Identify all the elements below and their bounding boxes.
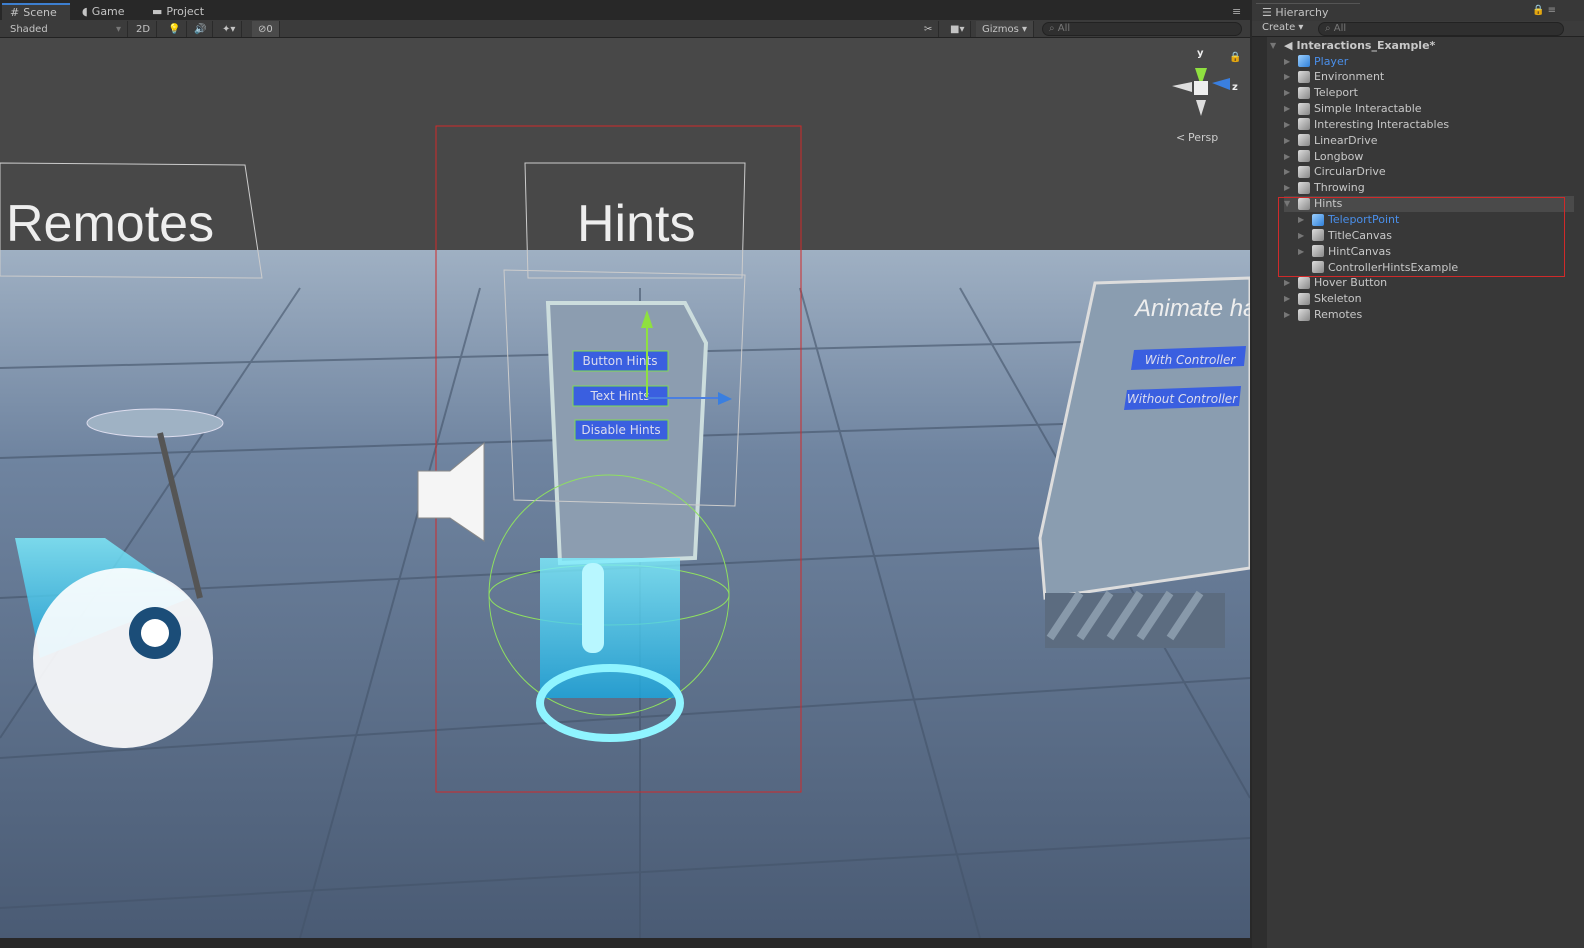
- hierarchy-item[interactable]: ▶ Player: [1284, 53, 1348, 69]
- expand-arrow-icon[interactable]: ▶: [1284, 152, 1294, 161]
- tab-game[interactable]: ◖ Game: [74, 3, 133, 20]
- selection-highlight: [1278, 197, 1565, 277]
- chevron-down-icon: ▾: [115, 23, 121, 35]
- effects-dropdown-icon[interactable]: ✦▾: [216, 21, 243, 37]
- scene-tab-bar: # Scene ◖ Game ▬ Project ≡: [0, 0, 1250, 20]
- audio-toggle-icon[interactable]: 🔊: [188, 21, 214, 37]
- lighting-toggle-icon[interactable]: 💡: [162, 21, 188, 37]
- hierarchy-item[interactable]: ▶ LinearDrive: [1284, 132, 1378, 148]
- expand-arrow-icon[interactable]: ▼: [1270, 41, 1280, 50]
- svg-text:y: y: [1197, 48, 1204, 59]
- shading-dropdown[interactable]: Shaded ▾: [4, 21, 128, 37]
- hierarchy-item[interactable]: ▶ Environment: [1284, 69, 1384, 85]
- scene-toolbar: Shaded ▾ 2D 💡 🔊 ✦▾ ⊘ 0 ✂ ■▾ Gizmos ▾ ⌕ All: [0, 20, 1250, 38]
- hierarchy-item[interactable]: ▶ Skeleton: [1284, 291, 1362, 307]
- hierarchy-item[interactable]: ▶ Hover Button: [1284, 275, 1387, 291]
- svg-text:With Controller: With Controller: [1145, 353, 1237, 367]
- expand-arrow-icon[interactable]: ▶: [1284, 57, 1294, 66]
- pacman-icon: ◖: [82, 5, 88, 18]
- create-dropdown[interactable]: Create ▾: [1262, 22, 1303, 33]
- hierarchy-panel: ☰ Hierarchy 🔒 ≡ Create ▾ ⌕ All ▼ ◀ Interac…: [1252, 0, 1584, 948]
- hierarchy-search-input[interactable]: ⌕ All: [1318, 22, 1564, 36]
- expand-arrow-icon[interactable]: ▶: [1284, 120, 1294, 129]
- hierarchy-item[interactable]: ▶ Simple Interactable: [1284, 101, 1422, 117]
- remotes-title: Remotes: [6, 195, 214, 253]
- eye-slash-icon: ⊘: [258, 23, 267, 35]
- gameobject-icon: [1298, 55, 1310, 67]
- scene-search-input[interactable]: ⌕ All: [1042, 22, 1242, 36]
- expand-arrow-icon[interactable]: ▶: [1284, 104, 1294, 113]
- hint-buttons: Button Hints Text Hints Disable Hints: [572, 350, 669, 441]
- tab-project[interactable]: ▬ Project: [144, 3, 212, 20]
- hierarchy-item[interactable]: ▶ Throwing: [1284, 180, 1365, 196]
- tools-icon[interactable]: ✂: [918, 21, 940, 37]
- projection-label[interactable]: Persp: [1188, 131, 1218, 144]
- gameobject-icon: [1298, 292, 1310, 305]
- tab-scene[interactable]: # Scene: [2, 3, 70, 20]
- gameobject-icon: [1298, 102, 1310, 115]
- gameobject-icon: [1298, 118, 1310, 131]
- expand-arrow-icon[interactable]: ▶: [1284, 72, 1294, 81]
- gameobject-icon: [1298, 86, 1310, 99]
- unity-scene-icon: ◀: [1284, 38, 1293, 52]
- hierarchy-item[interactable]: ▶ CircularDrive: [1284, 164, 1386, 180]
- expand-arrow-icon[interactable]: ▶: [1284, 278, 1294, 287]
- gameobject-icon: [1298, 70, 1310, 83]
- list-icon: ☰: [1262, 6, 1276, 19]
- grid-icon: #: [10, 6, 20, 19]
- svg-text:<: <: [1176, 131, 1185, 144]
- expand-arrow-icon[interactable]: ▶: [1284, 167, 1294, 176]
- svg-text:Text Hints: Text Hints: [589, 389, 649, 403]
- gameobject-icon: [1298, 181, 1310, 194]
- scene-view[interactable]: Remotes Hints Button Hints Text Hints Di…: [0, 38, 1250, 938]
- lock-icon[interactable]: 🔒: [1229, 51, 1241, 63]
- folder-icon: ▬: [152, 5, 163, 18]
- scene-root[interactable]: ▼ ◀ Interactions_Example*: [1270, 37, 1435, 53]
- gizmos-dropdown[interactable]: Gizmos ▾: [976, 21, 1035, 37]
- 2d-toggle[interactable]: 2D: [130, 21, 158, 37]
- expand-arrow-icon[interactable]: ▶: [1284, 294, 1294, 303]
- hierarchy-gutter: [1252, 37, 1267, 948]
- hints-title: Hints: [577, 195, 695, 253]
- panel-menu-icon[interactable]: ≡: [1224, 3, 1249, 20]
- expand-arrow-icon[interactable]: ▶: [1284, 136, 1294, 145]
- hierarchy-item[interactable]: ▶ Remotes: [1284, 307, 1362, 323]
- svg-text:z: z: [1232, 82, 1238, 93]
- svg-text:Disable Hints: Disable Hints: [581, 423, 660, 437]
- expand-arrow-icon[interactable]: ▶: [1284, 310, 1294, 319]
- hierarchy-item[interactable]: ▶ Interesting Interactables: [1284, 116, 1449, 132]
- gameobject-icon: [1298, 308, 1310, 321]
- animate-title: Animate ha: [1133, 295, 1250, 322]
- hierarchy-item[interactable]: ▶ Teleport: [1284, 85, 1358, 101]
- expand-arrow-icon[interactable]: ▶: [1284, 88, 1294, 97]
- hidden-objects-toggle[interactable]: ⊘ 0: [252, 21, 280, 37]
- gameobject-icon: [1298, 276, 1310, 289]
- gameobject-icon: [1298, 150, 1310, 163]
- gameobject-icon: [1298, 165, 1310, 178]
- camera-dropdown-icon[interactable]: ■▾: [944, 21, 972, 37]
- svg-text:Without Controller: Without Controller: [1127, 392, 1238, 406]
- gameobject-icon: [1298, 134, 1310, 147]
- expand-arrow-icon[interactable]: ▶: [1284, 183, 1294, 192]
- steam-logo-icon: [33, 568, 213, 748]
- hierarchy-item[interactable]: ▶ Longbow: [1284, 148, 1363, 164]
- tab-hierarchy[interactable]: ☰ Hierarchy: [1256, 3, 1360, 21]
- lock-icon[interactable]: 🔒 ≡: [1532, 5, 1556, 16]
- hierarchy-toolbar: Create ▾ ⌕ All: [1252, 21, 1584, 37]
